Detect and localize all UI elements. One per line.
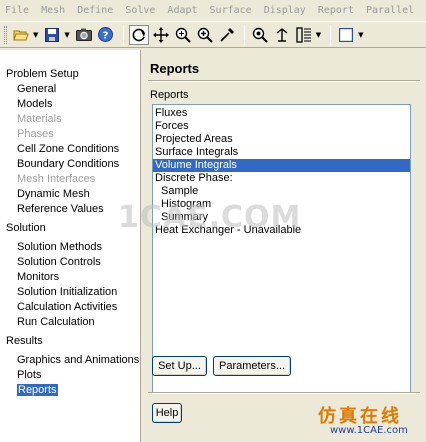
list-item-projected-areas[interactable]: Projected Areas (153, 133, 410, 146)
set-up-button[interactable]: Set Up... (152, 356, 207, 376)
nav-item-models[interactable]: Models (0, 97, 140, 112)
reports-list-label: Reports (150, 89, 189, 101)
pick-icon[interactable] (272, 25, 292, 45)
nav-item-phases: Phases (17, 128, 54, 140)
save-dropdown-icon[interactable]: ▼ (64, 31, 69, 39)
parameters-button[interactable]: Parameters... (213, 356, 291, 376)
panel-title: Reports (150, 61, 200, 76)
nav-group-results[interactable]: Results (0, 334, 140, 349)
svg-text:?: ? (103, 31, 109, 42)
open-dropdown-icon[interactable]: ▼ (33, 31, 38, 39)
menu-display[interactable]: Display (264, 5, 306, 16)
navigation-pane: Problem Setup General Models Materials P… (0, 50, 141, 442)
zoom-fit-icon[interactable] (250, 25, 270, 45)
list-item-surface-integrals[interactable]: Surface Integrals (153, 146, 410, 159)
list-item-discrete-phase[interactable]: Discrete Phase: (153, 172, 410, 185)
help-button[interactable]: Help (152, 403, 182, 423)
nav-item-boundary-conditions[interactable]: Boundary Conditions (0, 157, 140, 172)
pan-icon[interactable] (151, 25, 171, 45)
menu-parallel[interactable]: Parallel (366, 5, 414, 16)
save-icon[interactable] (42, 25, 62, 45)
toolbar-separator-2 (243, 24, 245, 45)
nav-item-monitors[interactable]: Monitors (0, 270, 140, 285)
probe-icon[interactable] (217, 25, 237, 45)
nav-item-reports-label: Reports (17, 384, 58, 396)
list-item-fluxes[interactable]: Fluxes (153, 107, 410, 120)
menu-adapt[interactable]: Adapt (167, 5, 197, 16)
menu-bar: File Mesh Define Solve Adapt Surface Dis… (0, 0, 426, 20)
layout-dropdown-icon[interactable]: ▼ (316, 31, 321, 39)
menu-define[interactable]: Define (77, 5, 113, 16)
nav-item-reports[interactable]: Reports (0, 383, 140, 398)
nav-group-problem-setup[interactable]: Problem Setup (0, 67, 140, 82)
nav-item-plots[interactable]: Plots (0, 368, 140, 383)
list-item-forces[interactable]: Forces (153, 120, 410, 133)
toolbar: ▼ ▼ ? ▼ ▼ (0, 21, 426, 48)
reports-listbox[interactable]: Fluxes Forces Projected Areas Surface In… (152, 104, 411, 394)
list-item-sample[interactable]: Sample (153, 185, 410, 198)
zoom-region-icon[interactable] (173, 25, 193, 45)
nav-item-solution-controls[interactable]: Solution Controls (0, 255, 140, 270)
nav-item-solution-methods[interactable]: Solution Methods (0, 240, 140, 255)
nav-item-calculation-activities[interactable]: Calculation Activities (0, 300, 140, 315)
menu-solve[interactable]: Solve (125, 5, 155, 16)
zoom-in-icon[interactable] (195, 25, 215, 45)
nav-item-general[interactable]: General (0, 82, 140, 97)
window-icon[interactable] (336, 25, 356, 45)
menu-report[interactable]: Report (318, 5, 354, 16)
nav-item-materials: Materials (17, 113, 62, 125)
nav-item-graphics-and-animations[interactable]: Graphics and Animations (0, 353, 140, 368)
help-icon[interactable]: ? (96, 25, 116, 45)
layout-icon[interactable] (294, 25, 314, 45)
open-folder-icon[interactable] (11, 25, 31, 45)
reports-panel: Reports Reports Fluxes Forces Projected … (142, 50, 426, 442)
nav-item-mesh-interfaces: Mesh Interfaces (17, 173, 96, 185)
toolbar-separator (122, 24, 124, 45)
list-item-volume-integrals[interactable]: Volume Integrals (153, 159, 410, 172)
menu-file[interactable]: File (5, 5, 29, 16)
toolbar-separator-3 (330, 24, 332, 45)
title-divider (148, 80, 420, 82)
toolbar-grip[interactable] (4, 25, 7, 44)
watermark-center: 1CAE.COM (118, 200, 302, 235)
menu-mesh[interactable]: Mesh (41, 5, 65, 16)
camera-icon[interactable] (74, 25, 94, 45)
nav-item-cell-zone-conditions[interactable]: Cell Zone Conditions (0, 142, 140, 157)
rotate-icon[interactable] (128, 24, 149, 45)
menu-surface[interactable]: Surface (210, 5, 252, 16)
watermark-url: www.1CAE.com (330, 425, 408, 436)
nav-item-solution-initialization[interactable]: Solution Initialization (0, 285, 140, 300)
nav-item-run-calculation[interactable]: Run Calculation (0, 315, 140, 330)
button-divider (148, 392, 420, 394)
window-dropdown-icon[interactable]: ▼ (358, 31, 363, 39)
